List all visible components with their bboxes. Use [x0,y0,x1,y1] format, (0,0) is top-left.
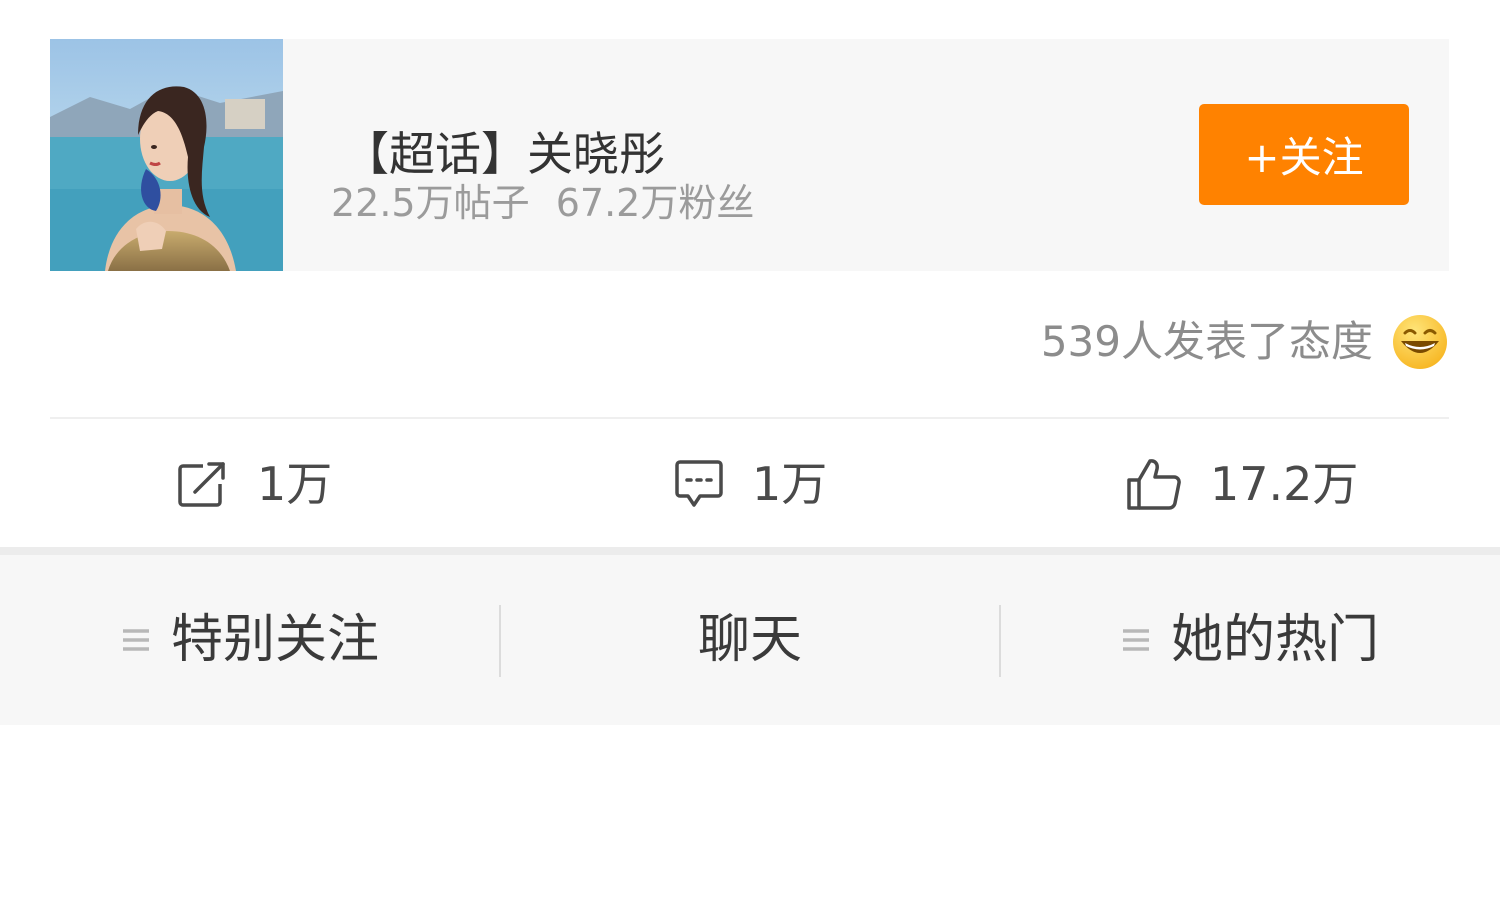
menu-icon [1122,629,1149,651]
topic-avatar-image[interactable] [50,39,283,271]
super-topic-card[interactable]: 【超话】关晓彤 22.5万帖子 67.2万粉丝 +关注 [50,39,1449,271]
divider [50,417,1449,419]
chat-button[interactable]: 聊天 [500,555,1000,725]
like-button[interactable]: 17.2万 [1126,421,1358,547]
like-icon [1127,459,1181,510]
chat-label: 聊天 [697,610,802,670]
menu-icon [122,629,149,651]
her-hot-posts-label: 她的热门 [1170,610,1379,670]
grinning-emoji-icon[interactable] [1391,313,1449,371]
topic-title[interactable]: 【超话】关晓彤 [343,131,665,177]
repost-button[interactable]: 1万 [177,421,332,547]
her-hot-posts-button[interactable]: 她的热门 [1000,555,1500,725]
fan-count: 67.2万粉丝 [555,181,755,225]
follow-button[interactable]: +关注 [1199,104,1409,205]
action-bar: 1万 1万 17.2万 [0,421,1500,547]
like-count: 17.2万 [1210,457,1359,511]
section-divider [0,547,1500,555]
repost-icon [178,462,225,507]
bottom-toolbar: 特别关注 聊天 她的热门 [0,555,1500,725]
post-count: 22.5万帖子 [331,181,530,225]
comment-count: 1万 [752,457,828,511]
comment-icon [675,460,723,507]
repost-count: 1万 [257,457,333,511]
attitude-row[interactable]: 539人发表了态度 [1041,312,1449,372]
special-follow-button[interactable]: 特别关注 [0,555,500,725]
topic-stats: 22.5万帖子 67.2万粉丝 [331,183,754,223]
attitude-count-text[interactable]: 539人发表了态度 [1041,321,1373,363]
comment-button[interactable]: 1万 [674,421,827,547]
special-follow-label: 特别关注 [170,610,379,670]
